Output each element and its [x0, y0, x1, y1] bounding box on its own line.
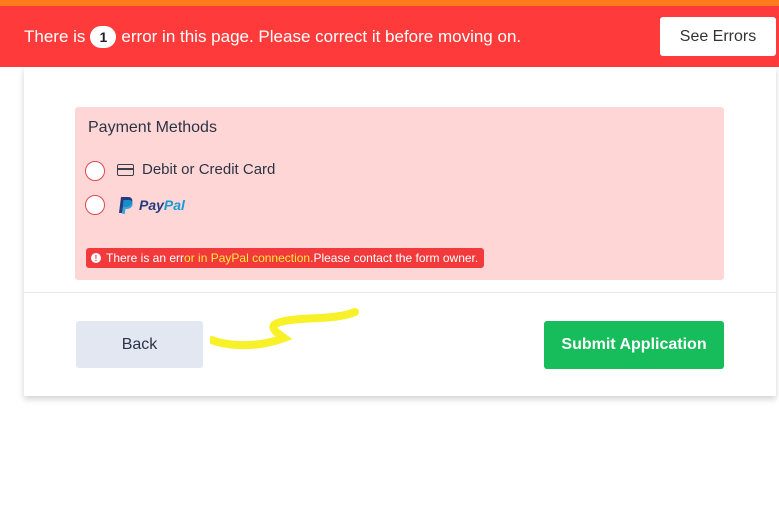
credit-card-option-label[interactable]: Debit or Credit Card: [142, 161, 275, 178]
paypal-logo-pay: Pay: [139, 197, 164, 213]
exclamation-circle-icon: !: [91, 253, 101, 263]
paypal-option-label[interactable]: PayPal: [139, 197, 185, 213]
paypal-error-message: ! There is an err or in PayPal connection…: [86, 248, 485, 268]
paypal-logo-icon: [119, 197, 133, 214]
paypal-logo-pal: Pal: [163, 197, 185, 213]
error-banner: There is 1 error in this page. Please co…: [0, 6, 779, 67]
paypal-radio[interactable]: [85, 195, 105, 215]
error-banner-prefix: There is: [24, 26, 86, 46]
error-message-highlighted: or in PayPal connection.: [184, 251, 314, 265]
highlighter-annotation: [210, 308, 359, 350]
error-banner-suffix: error in this page. Please correct it be…: [121, 26, 522, 46]
submit-application-button[interactable]: Submit Application: [544, 321, 724, 369]
credit-card-radio[interactable]: [85, 161, 105, 181]
payment-methods-section: Payment Methods Debit or Credit Card Pay…: [75, 107, 724, 280]
error-banner-text: There is 1 error in this page. Please co…: [24, 6, 521, 67]
see-errors-button[interactable]: See Errors: [660, 17, 776, 56]
error-message-text-end: Please contact the form owner.: [313, 251, 479, 265]
section-divider: [24, 292, 776, 293]
credit-card-icon: [117, 164, 134, 176]
error-count-badge: 1: [90, 25, 117, 48]
back-button[interactable]: Back: [76, 321, 203, 368]
payment-methods-title: Payment Methods: [88, 119, 217, 136]
error-message-text-start: There is an err: [106, 251, 185, 265]
form-card: Payment Methods Debit or Credit Card Pay…: [24, 67, 776, 396]
